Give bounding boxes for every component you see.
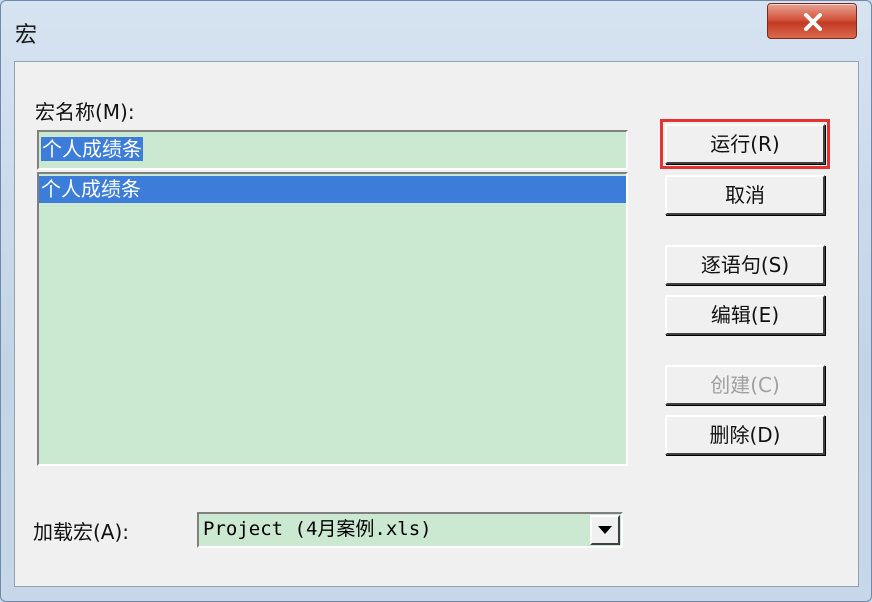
dropdown-button[interactable] [590, 515, 620, 545]
macros-in-value: Project (4月案例.xls) [203, 518, 432, 540]
dialog-body: 宏名称(M): 个人成绩条 个人成绩条 运行(R) 取消 逐语句(S) 编辑(E… [14, 61, 859, 587]
run-button[interactable]: 运行(R) [660, 119, 830, 169]
step-into-button[interactable]: 逐语句(S) [665, 245, 825, 285]
close-x-icon [804, 13, 822, 31]
macros-in-select[interactable]: Project (4月案例.xls) [197, 512, 623, 548]
delete-button[interactable]: 删除(D) [665, 415, 825, 455]
macro-name-input[interactable]: 个人成绩条 [37, 130, 628, 170]
edit-button[interactable]: 编辑(E) [665, 295, 825, 335]
macro-dialog: 宏 宏名称(M): 个人成绩条 个人成绩条 运行(R) 取消 逐语句(S) 编辑… [0, 0, 872, 602]
load-macro-label: 加载宏(A): [33, 520, 130, 544]
macro-list[interactable]: 个人成绩条 [37, 172, 628, 466]
cancel-button[interactable]: 取消 [665, 175, 825, 215]
macro-name-value: 个人成绩条 [41, 137, 143, 161]
title-bar[interactable]: 宏 [1, 1, 871, 57]
window-title: 宏 [15, 23, 38, 48]
chevron-down-icon [598, 526, 612, 534]
create-button[interactable]: 创建(C) [665, 365, 825, 405]
list-item[interactable]: 个人成绩条 [39, 176, 626, 203]
macro-name-label: 宏名称(M): [35, 100, 135, 124]
close-button[interactable] [767, 3, 857, 39]
